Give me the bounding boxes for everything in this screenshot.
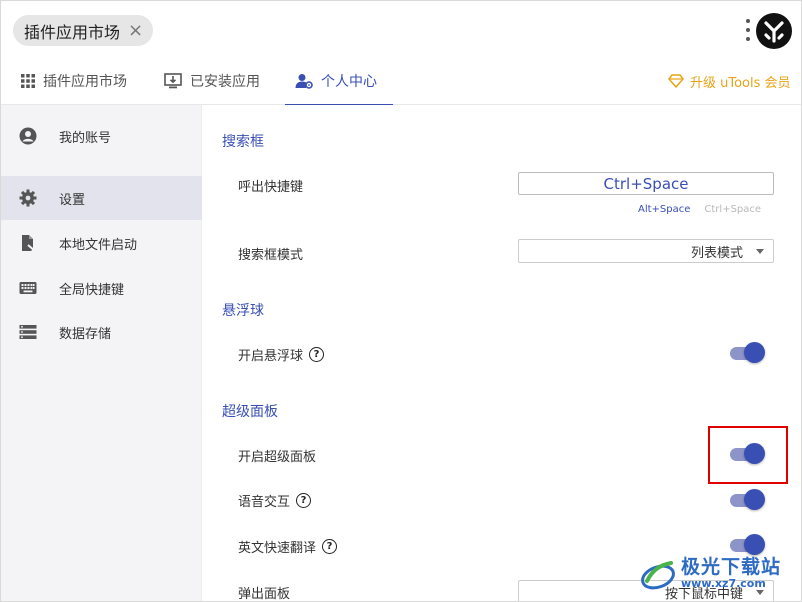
hotkey-value: Ctrl+Space — [603, 174, 689, 193]
help-icon[interactable]: ? — [309, 347, 325, 362]
tab-installed[interactable]: 已安装应用 — [164, 57, 260, 105]
float-ball-label: 开启悬浮球 ? — [238, 345, 325, 364]
keyboard-icon — [19, 282, 37, 294]
more-menu-icon[interactable] — [743, 19, 753, 41]
help-icon[interactable]: ? — [322, 539, 338, 554]
super-panel-label-text: 开启超级面板 — [238, 450, 317, 465]
main-tabs: 插件应用市场 已安装应用 个人中心 升级 uTools 会员 — [1, 57, 801, 106]
float-ball-toggle[interactable] — [730, 342, 766, 364]
voice-interaction-label: 语音交互 ? — [238, 491, 312, 510]
upgrade-link[interactable]: 升级 uTools 会员 — [668, 57, 791, 105]
section-title-super-panel: 超级面板 — [222, 404, 278, 420]
search-mode-value: 列表模式 — [690, 245, 743, 261]
hotkey-label: 呼出快捷键 — [238, 176, 303, 195]
account-icon — [19, 127, 37, 145]
app-window: 插件应用市场 × 插件应用市场 已安装应用 个人中心 升级 uTools 会员 … — [0, 0, 802, 602]
sidebar-item-account[interactable]: 我的账号 — [1, 114, 202, 158]
title-tab-label: 插件应用市场 — [24, 22, 121, 42]
super-panel-label: 开启超级面板 — [238, 446, 316, 465]
search-mode-select[interactable]: 列表模式 — [518, 239, 774, 263]
highlight-annotation — [708, 426, 788, 484]
quick-translate-label-text: 英文快速翻译 — [238, 541, 317, 556]
tab-label: 个人中心 — [321, 74, 377, 90]
float-ball-label-text: 开启悬浮球 — [238, 349, 304, 364]
watermark-cn: 极光下载站 — [681, 556, 782, 579]
sidebar-item-data-storage[interactable]: 数据存储 — [1, 310, 202, 354]
section-title-search: 搜索框 — [222, 134, 264, 150]
tab-label: 插件应用市场 — [43, 74, 127, 90]
title-bar: 插件应用市场 × — [1, 1, 801, 57]
install-icon — [164, 73, 182, 89]
diamond-icon — [668, 74, 684, 88]
hotkey-label-text: 呼出快捷键 — [238, 180, 304, 195]
sidebar-item-label: 我的账号 — [59, 130, 112, 146]
toggle-knob — [744, 489, 765, 510]
sidebar: 我的账号 设置 本地文件启动 全局快捷键 数据存储 — [1, 105, 202, 601]
close-icon[interactable]: × — [128, 21, 143, 40]
grid-icon — [21, 74, 35, 88]
storage-icon — [19, 325, 37, 339]
gear-icon — [19, 189, 37, 207]
sidebar-item-label: 设置 — [59, 192, 86, 208]
popup-panel-label-text: 弹出面板 — [238, 587, 291, 602]
tab-personal-center[interactable]: 个人中心 — [285, 57, 393, 106]
sidebar-item-settings[interactable]: 设置 — [1, 176, 202, 220]
section-title-float-ball: 悬浮球 — [222, 303, 264, 319]
tab-label: 已安装应用 — [190, 74, 260, 90]
file-launch-icon — [22, 235, 36, 252]
sidebar-item-global-hotkeys[interactable]: 全局快捷键 — [1, 266, 202, 310]
content-scrollbar[interactable] — [796, 105, 801, 601]
hotkey-input[interactable]: Ctrl+Space — [518, 172, 774, 195]
popup-panel-label: 弹出面板 — [238, 583, 291, 602]
settings-content: 搜索框 呼出快捷键 Ctrl+Space Alt+Space Ctrl+Spac… — [202, 105, 801, 602]
toggle-knob — [744, 342, 765, 363]
voice-interaction-toggle[interactable] — [730, 489, 766, 511]
user-settings-icon — [295, 74, 313, 89]
tab-plugin-market[interactable]: 插件应用市场 — [21, 57, 127, 105]
watermark-logo-icon — [641, 561, 675, 590]
hint-ctrl-space[interactable]: Ctrl+Space — [704, 204, 761, 215]
quick-translate-label: 英文快速翻译 ? — [238, 537, 338, 556]
utools-logo-icon[interactable] — [756, 13, 792, 49]
sidebar-item-label: 本地文件启动 — [59, 237, 138, 253]
sidebar-item-label: 数据存储 — [59, 326, 112, 342]
search-mode-label-text: 搜索框模式 — [238, 248, 304, 263]
sidebar-item-file-launch[interactable]: 本地文件启动 — [1, 221, 202, 265]
search-mode-label: 搜索框模式 — [238, 244, 303, 263]
sidebar-item-label: 全局快捷键 — [59, 282, 125, 298]
upgrade-label: 升级 uTools 会员 — [690, 75, 791, 91]
watermark-url: www.xz7.com — [681, 577, 766, 591]
hotkey-hints: Alt+Space Ctrl+Space — [638, 204, 761, 215]
voice-interaction-label-text: 语音交互 — [238, 495, 291, 510]
help-icon[interactable]: ? — [296, 493, 312, 508]
hint-alt-space[interactable]: Alt+Space — [638, 204, 690, 215]
chevron-down-icon — [756, 249, 764, 254]
title-tab[interactable]: 插件应用市场 × — [13, 15, 154, 46]
watermark: 极光下载站 www.xz7.com — [639, 549, 799, 599]
